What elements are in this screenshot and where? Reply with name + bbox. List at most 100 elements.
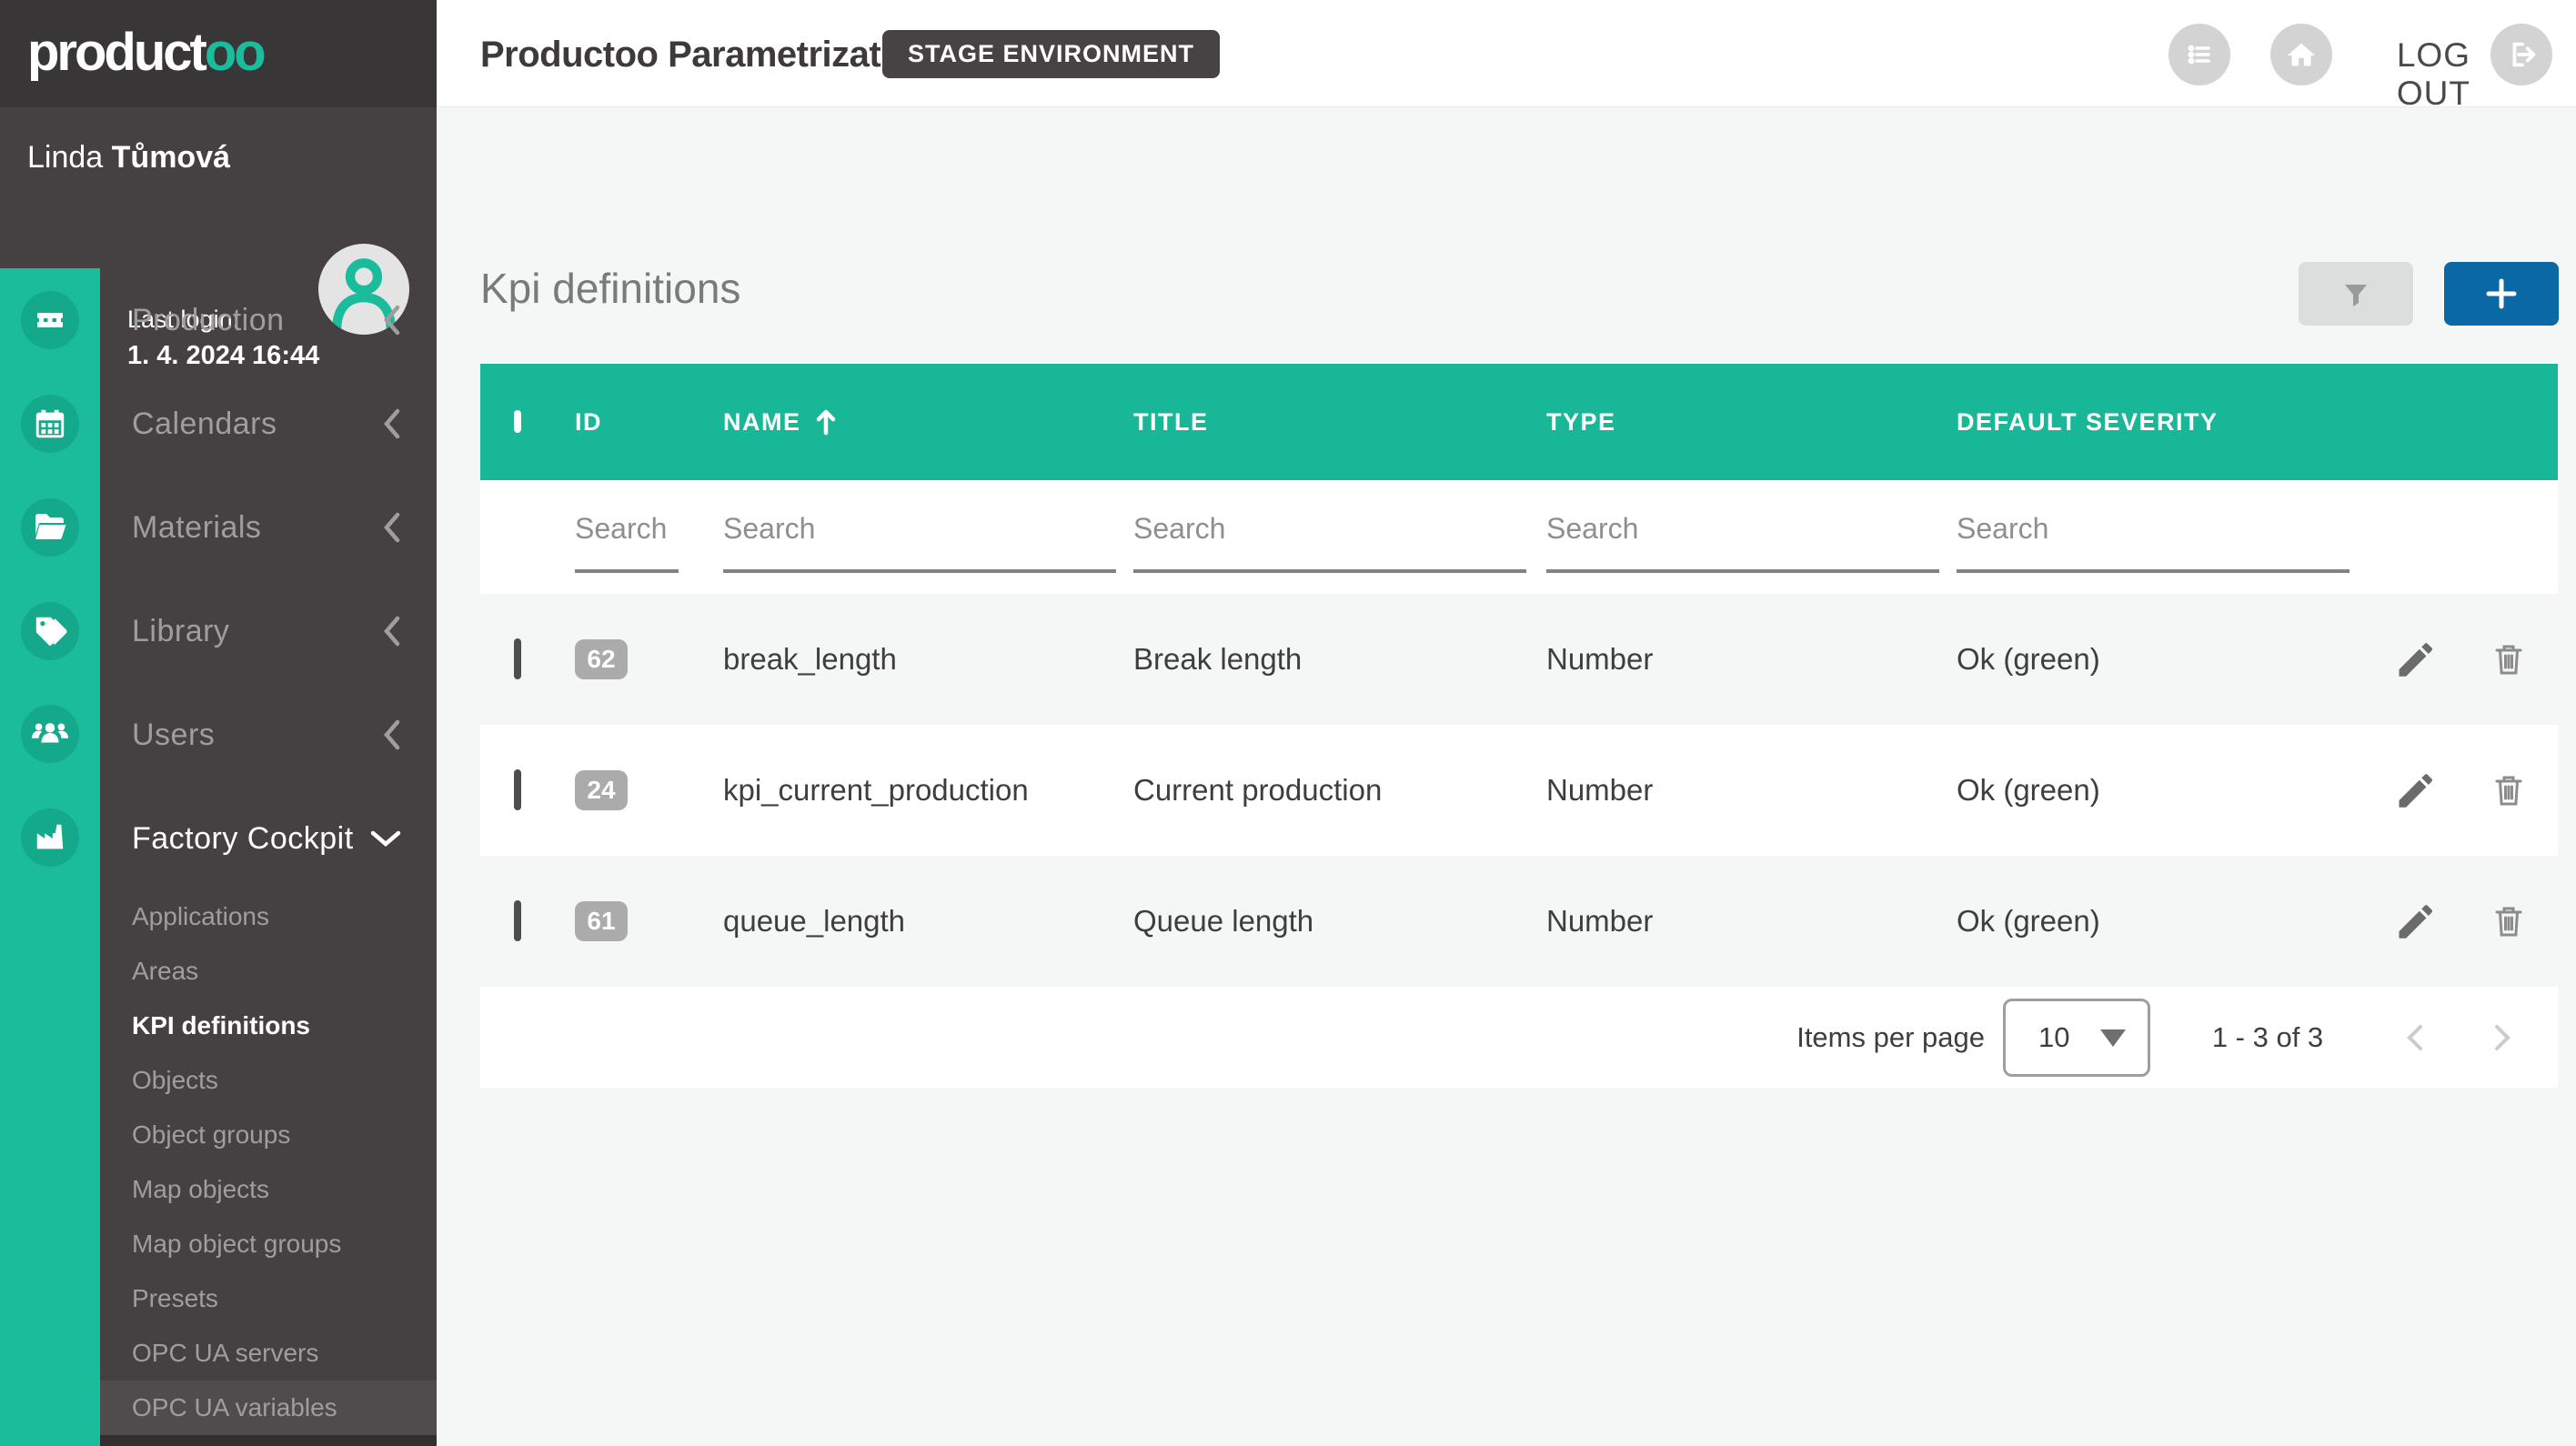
conveyor-icon[interactable] — [21, 291, 79, 349]
sort-asc-icon — [816, 409, 835, 436]
cell-title: Queue length — [1133, 904, 1314, 938]
items-per-page-select[interactable]: 10 — [2003, 999, 2150, 1077]
column-header-default-severity[interactable]: DEFAULT SEVERITY — [1957, 408, 2354, 437]
folder-open-icon[interactable] — [21, 498, 79, 557]
submenu-item-objects[interactable]: Objects — [100, 1053, 437, 1108]
pencil-icon — [2399, 643, 2433, 677]
search-input-default-severity[interactable] — [1957, 501, 2350, 573]
edit-button[interactable] — [2394, 639, 2434, 679]
list-icon[interactable] — [2168, 24, 2230, 85]
chevron-left-icon — [384, 719, 400, 750]
previous-page-button[interactable] — [2395, 987, 2435, 1088]
column-header-name[interactable]: NAME — [723, 407, 1133, 437]
row-checkbox[interactable] — [514, 769, 521, 810]
sidebar-item-production[interactable]: Production — [100, 268, 437, 372]
filter-button[interactable] — [2299, 262, 2413, 326]
next-page-button[interactable] — [2482, 987, 2522, 1088]
items-per-page-label: Items per page — [1796, 1020, 1985, 1053]
chevron-left-icon — [384, 305, 400, 336]
table-header-row: ID NAME TITLE TYPE DEFAULT SEVERITY — [480, 364, 2558, 480]
sidebar-item-label: Calendars — [132, 406, 277, 441]
table-search-row — [480, 480, 2558, 594]
row-checkbox[interactable] — [514, 638, 521, 679]
table-row: 61 queue_length Queue length Number Ok (… — [480, 856, 2558, 987]
delete-button[interactable] — [2489, 639, 2529, 679]
pagination-range: 1 - 3 of 3 — [2211, 1020, 2324, 1053]
sidebar-item-label: Materials — [132, 509, 262, 545]
delete-button[interactable] — [2489, 901, 2529, 941]
cell-default-severity: Ok (green) — [1957, 773, 2100, 807]
sidebar-item-label: Users — [132, 717, 216, 752]
user-name: Linda Tůmová — [27, 140, 231, 175]
chevron-left-icon — [384, 408, 400, 439]
chevron-right-icon — [2495, 1024, 2511, 1050]
sidebar-bottom-strip — [100, 1435, 437, 1446]
topbar: Productoo Parametrization STAGE ENVIRONM… — [437, 0, 2576, 112]
home-icon[interactable] — [2270, 24, 2332, 85]
submenu-item-map-objects[interactable]: Map objects — [100, 1162, 437, 1217]
column-header-title[interactable]: TITLE — [1133, 408, 1546, 437]
column-header-type[interactable]: TYPE — [1546, 408, 1957, 437]
logo-text: productoo — [27, 23, 267, 82]
sidebar-item-users[interactable]: Users — [100, 683, 437, 787]
sidebar-item-library[interactable]: Library — [100, 579, 437, 683]
main-content: Kpi definitions ID NAME TITLE TYPE DEFAU… — [437, 107, 2576, 1446]
column-header-id[interactable]: ID — [575, 408, 723, 437]
factory-icon[interactable] — [21, 808, 79, 867]
page-title: Kpi definitions — [480, 265, 741, 312]
submenu-item-kpi-definitions[interactable]: KPI definitions — [100, 999, 437, 1053]
submenu-item-opc-ua-servers[interactable]: OPC UA servers — [100, 1326, 437, 1381]
cell-type: Number — [1546, 904, 1654, 938]
sidebar: productoo Linda Tůmová Last login: 1. 4.… — [0, 0, 437, 1446]
logo[interactable]: productoo — [0, 0, 437, 107]
edit-button[interactable] — [2394, 770, 2434, 810]
cell-default-severity: Ok (green) — [1957, 904, 2100, 938]
caret-down-icon — [2100, 1029, 2126, 1047]
cell-type: Number — [1546, 773, 1654, 807]
edit-button[interactable] — [2394, 901, 2434, 941]
items-per-page-value: 10 — [2038, 1021, 2070, 1053]
trash-icon — [2495, 645, 2522, 675]
cell-name: break_length — [723, 642, 897, 676]
calendar-icon[interactable] — [21, 395, 79, 453]
row-checkbox[interactable] — [514, 900, 521, 941]
submenu-item-applications[interactable]: Applications — [100, 889, 437, 944]
chevron-left-icon — [2407, 1024, 2422, 1050]
funnel-icon — [2345, 285, 2367, 306]
submenu-item-map-object-groups[interactable]: Map object groups — [100, 1217, 437, 1271]
cell-title: Break length — [1133, 642, 1303, 676]
trash-icon — [2495, 907, 2522, 937]
plus-icon — [2486, 278, 2517, 309]
sidebar-item-calendars[interactable]: Calendars — [100, 372, 437, 476]
submenu-item-opc-ua-variables[interactable]: OPC UA variables — [100, 1381, 437, 1435]
id-badge: 24 — [575, 770, 628, 810]
delete-button[interactable] — [2489, 770, 2529, 810]
pencil-icon — [2399, 905, 2433, 939]
submenu-item-areas[interactable]: Areas — [100, 944, 437, 999]
user-block: Linda Tůmová Last login: 1. 4. 2024 16:4… — [0, 107, 437, 370]
select-all-checkbox[interactable] — [514, 410, 521, 433]
search-input-type[interactable] — [1546, 501, 1939, 573]
submenu-item-object-groups[interactable]: Object groups — [100, 1108, 437, 1162]
pencil-icon — [2399, 774, 2433, 808]
add-button[interactable] — [2444, 262, 2559, 326]
users-icon[interactable] — [21, 705, 79, 763]
tag-icon[interactable] — [21, 602, 79, 660]
sidebar-item-materials[interactable]: Materials — [100, 476, 437, 579]
logout-button[interactable]: LOG OUT — [2397, 36, 2470, 113]
chevron-left-icon — [384, 616, 400, 647]
kpi-table: ID NAME TITLE TYPE DEFAULT SEVERITY Sear… — [480, 364, 2558, 1088]
cell-name: kpi_current_production — [723, 773, 1029, 807]
search-input-id[interactable] — [575, 501, 679, 573]
table-row: 24 kpi_current_production Current produc… — [480, 725, 2558, 856]
logout-icon[interactable] — [2490, 24, 2552, 85]
cell-title: Current production — [1133, 773, 1383, 807]
search-input-name[interactable] — [723, 501, 1116, 573]
search-input-title[interactable] — [1133, 501, 1526, 573]
environment-badge: STAGE ENVIRONMENT — [882, 30, 1221, 78]
submenu-item-presets[interactable]: Presets — [100, 1271, 437, 1326]
id-badge: 61 — [575, 901, 628, 941]
sidebar-item-factory-cockpit[interactable]: Factory Cockpit — [100, 787, 437, 890]
cell-type: Number — [1546, 642, 1654, 676]
app-root: productoo Linda Tůmová Last login: 1. 4.… — [0, 0, 2576, 1446]
